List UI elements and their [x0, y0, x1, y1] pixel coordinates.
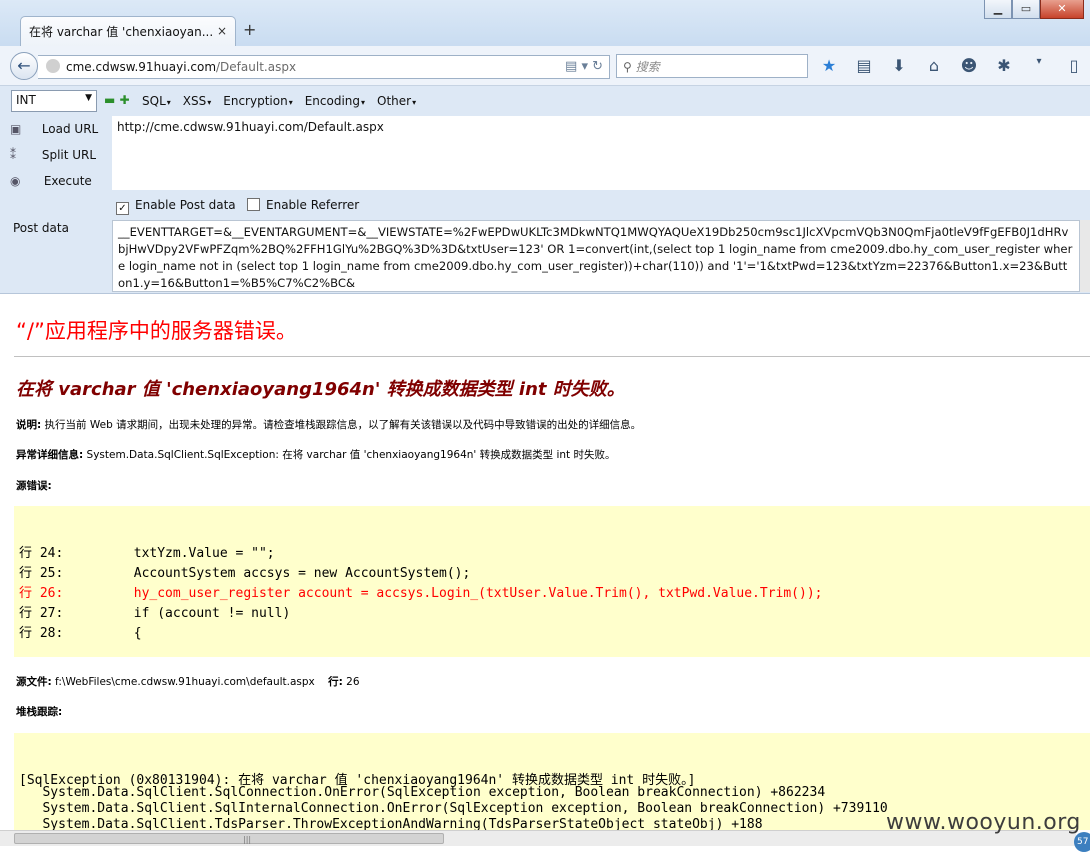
- back-button[interactable]: ←: [10, 52, 38, 80]
- exception-line: 异常详细信息: System.Data.SqlClient.SqlExcepti…: [16, 447, 616, 462]
- menu-sql[interactable]: SQL: [142, 94, 171, 108]
- checkbox-checked-icon: ✓: [116, 202, 129, 215]
- code-line: 行 27: if (account != null): [19, 606, 291, 621]
- search-placeholder: 搜索: [635, 60, 660, 74]
- description-line: 说明: 执行当前 Web 请求期间，出现未处理的异常。请检查堆栈跟踪信息，以了解…: [16, 417, 641, 432]
- url-host: cme.cdwsw.91huayi.com: [66, 60, 217, 74]
- hackbar-menus: SQL XSS Encryption Encoding Other: [142, 94, 416, 108]
- toolbar-icons: ★ ▤ ⬇ ⌂ ☻ ✱ ▾ ▯: [818, 56, 1085, 75]
- load-url-icon: ▣: [10, 122, 22, 136]
- split-url-button[interactable]: ⁑ Split URL: [10, 148, 96, 162]
- source-error-label: 源错误:: [16, 480, 52, 492]
- enable-referrer-label: Enable Referrer: [266, 198, 360, 212]
- reader-reload-icons[interactable]: ▤ ▾ ↻: [565, 59, 603, 74]
- enable-referrer-checkbox[interactable]: Enable Referrer: [247, 198, 359, 212]
- exception-text: System.Data.SqlClient.SqlException: 在将 v…: [83, 449, 616, 461]
- home-icon[interactable]: ⌂: [923, 56, 945, 75]
- page-content: “/”应用程序中的服务器错误。 在将 varchar 值 'chenxiaoya…: [0, 295, 1090, 830]
- chevron-down-icon: ▼: [85, 93, 92, 103]
- download-icon[interactable]: ⬇: [888, 56, 910, 75]
- source-code-box: 行 24: txtYzm.Value = ""; 行 25: AccountSy…: [14, 506, 1090, 657]
- close-window-button[interactable]: ✕: [1040, 0, 1084, 19]
- post-data-textarea[interactable]: __EVENTTARGET=&__EVENTARGUMENT=&__VIEWST…: [112, 220, 1080, 292]
- exception-label: 异常详细信息:: [16, 449, 84, 461]
- minimize-button[interactable]: ▁: [984, 0, 1012, 19]
- url-path: /Default.aspx: [216, 60, 297, 74]
- code-line: 行 25: AccountSystem accsys = new Account…: [19, 566, 471, 581]
- line-number: 26: [342, 676, 360, 688]
- maximize-button[interactable]: ▭: [1012, 0, 1040, 19]
- split-url-label: Split URL: [41, 148, 97, 162]
- notes-icon[interactable]: ▯: [1063, 56, 1085, 75]
- enable-post-label: Enable Post data: [135, 198, 236, 212]
- source-file-path: f:\WebFiles\cme.cdwsw.91huayi.com\defaul…: [51, 676, 319, 688]
- menu-encoding[interactable]: Encoding: [305, 94, 365, 108]
- source-error-line: 源错误:: [16, 478, 52, 493]
- url-bar[interactable]: cme.cdwsw.91huayi.com/Default.aspx ▤ ▾ ↻: [38, 55, 610, 79]
- error-title: 在将 varchar 值 'chenxiaoyang1964n' 转换成数据类型…: [16, 379, 625, 400]
- stack-line: System.Data.SqlClient.SqlInternalConnect…: [19, 801, 888, 816]
- notification-badge: 57: [1074, 832, 1090, 852]
- chat-icon[interactable]: ☻: [958, 56, 980, 75]
- stack-line: System.Data.SqlClient.SqlConnection.OnEr…: [19, 785, 826, 800]
- menu-dropdown-icon[interactable]: ▾: [1028, 56, 1050, 75]
- execute-icon: ◉: [10, 174, 21, 188]
- checkbox-unchecked-icon: [247, 198, 260, 211]
- tab-close-icon[interactable]: ×: [217, 24, 227, 38]
- source-file-line: 源文件: f:\WebFiles\cme.cdwsw.91huayi.com\d…: [16, 674, 360, 689]
- browser-tab[interactable]: 在将 varchar 值 'chenxiaoyan... ×: [20, 16, 236, 46]
- watermark: www.wooyun.org: [886, 810, 1081, 835]
- window-controls: ▁ ▭ ✕: [984, 0, 1084, 19]
- post-data-scrollbar[interactable]: [1080, 220, 1090, 292]
- code-line-highlighted: 行 26: hy_com_user_register account = acc…: [19, 586, 823, 601]
- stack-trace-label: 堆栈跟踪:: [16, 706, 63, 718]
- post-data-label: Post data: [13, 221, 69, 235]
- split-url-icon: ⁑: [10, 148, 16, 162]
- description-text: 执行当前 Web 请求期间，出现未处理的异常。请检查堆栈跟踪信息，以了解有关该错…: [41, 419, 642, 431]
- menu-other[interactable]: Other: [377, 94, 416, 108]
- grip-icon: |||: [243, 835, 252, 844]
- load-url-button[interactable]: ▣ Load URL: [10, 122, 98, 136]
- search-icon: ⚲: [623, 60, 632, 74]
- stack-line: System.Data.SqlClient.TdsParser.ThrowExc…: [19, 817, 763, 830]
- title-bar: 在将 varchar 值 'chenxiaoyan... × + ▁ ▭ ✕: [0, 0, 1090, 46]
- bug-icon[interactable]: ✱: [993, 56, 1015, 75]
- menu-encryption[interactable]: Encryption: [223, 94, 292, 108]
- back-arrow-icon: ←: [17, 56, 31, 75]
- bookmark-star-icon[interactable]: ★: [818, 56, 840, 75]
- description-label: 说明:: [16, 419, 42, 431]
- divider: [14, 356, 1090, 357]
- page-title: “/”应用程序中的服务器错误。: [16, 319, 297, 343]
- execute-label: Execute: [43, 174, 92, 188]
- source-file-label: 源文件:: [16, 676, 52, 688]
- execute-button[interactable]: ◉ Execute: [10, 174, 92, 188]
- scrollbar-thumb[interactable]: |||: [14, 833, 444, 844]
- bookmarks-list-icon[interactable]: ▤: [853, 56, 875, 75]
- line-label: 行:: [328, 676, 343, 688]
- url-textarea[interactable]: http://cme.cdwsw.91huayi.com/Default.asp…: [112, 116, 1090, 190]
- type-select-value: INT: [16, 93, 36, 107]
- globe-icon: [46, 59, 60, 73]
- menu-xss[interactable]: XSS: [183, 94, 211, 108]
- stack-trace-line: 堆栈跟踪:: [16, 704, 62, 719]
- search-input[interactable]: ⚲ 搜索: [616, 54, 808, 78]
- enable-post-checkbox[interactable]: ✓ Enable Post data: [116, 198, 236, 215]
- code-line: 行 28: {: [19, 626, 142, 641]
- load-url-label: Load URL: [41, 122, 99, 136]
- tab-title: 在将 varchar 值 'chenxiaoyan...: [29, 25, 214, 39]
- plus-minus-icons[interactable]: ▬ ✚: [104, 93, 130, 107]
- new-tab-icon[interactable]: +: [243, 20, 256, 39]
- type-select[interactable]: INT ▼: [11, 90, 97, 112]
- code-line: 行 24: txtYzm.Value = "";: [19, 546, 275, 561]
